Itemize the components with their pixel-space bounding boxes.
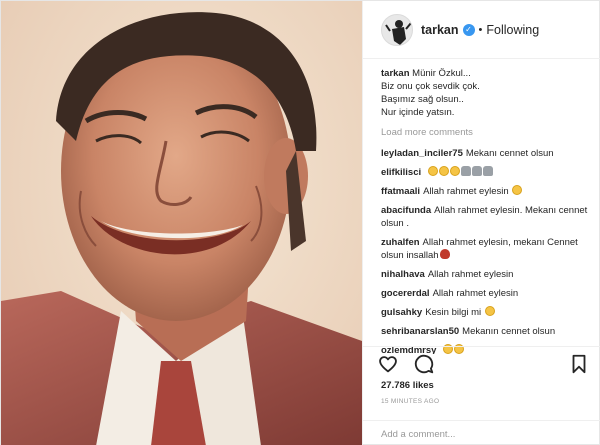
comment-username[interactable]: ffatmaali bbox=[381, 186, 420, 197]
pray-icon bbox=[460, 166, 471, 176]
post-header: tarkan ✓ • Following bbox=[363, 1, 600, 59]
comment: nihalhava Allah rahmet eylesin bbox=[381, 268, 596, 281]
post-caption: tarkan Münir Özkul... Biz onu çok sevdik… bbox=[381, 67, 596, 119]
comment-text: Allah rahmet eylesin bbox=[423, 186, 509, 197]
avatar[interactable] bbox=[381, 13, 413, 46]
sad-face-icon bbox=[484, 306, 495, 316]
add-comment-input[interactable]: Add a comment... bbox=[363, 420, 600, 445]
post-sidebar: tarkan ✓ • Following tarkan Münir Özkul.… bbox=[362, 1, 600, 445]
comment: ffatmaali Allah rahmet eylesin bbox=[381, 185, 596, 198]
post-actions: 27.786 likes 15 MINUTES AGO Add a commen… bbox=[363, 346, 600, 445]
caption-line: Münir Özkul... bbox=[412, 68, 471, 79]
following-button[interactable]: Following bbox=[486, 23, 539, 37]
pray-icon bbox=[471, 166, 482, 176]
cry-face-icon bbox=[427, 166, 438, 176]
comment-text: Allah rahmet eylesin bbox=[432, 288, 519, 299]
pray-icon bbox=[482, 166, 493, 176]
comment: sehribanarslan50 Mekanın cennet olsun bbox=[381, 325, 596, 338]
comment-username[interactable]: gulsahky bbox=[381, 307, 422, 318]
instagram-post: tarkan ✓ • Following tarkan Münir Özkul.… bbox=[0, 0, 600, 445]
separator-dot: • bbox=[478, 23, 483, 36]
comment-username[interactable]: elifkilisci bbox=[381, 167, 421, 178]
comment: zuhalfen Allah rahmet eylesin, mekanı Cen… bbox=[381, 236, 596, 262]
comment: gulsahky Kesin bilgi mi bbox=[381, 306, 596, 319]
caption-line: Biz onu çok sevdik çok. bbox=[381, 81, 480, 92]
comment: elifkilisci bbox=[381, 166, 596, 179]
caption-line: Nur içinde yatsın. bbox=[381, 107, 455, 118]
comment-text: Mekanın cennet olsun bbox=[462, 326, 556, 337]
bookmark-icon[interactable] bbox=[568, 353, 590, 375]
username-link[interactable]: tarkan bbox=[421, 23, 459, 37]
comment-username[interactable]: abacifunda bbox=[381, 205, 431, 216]
cry-face-icon bbox=[449, 166, 460, 176]
comment-icon[interactable] bbox=[413, 353, 435, 375]
comment: gocererdal Allah rahmet eylesin bbox=[381, 287, 596, 300]
avatar-image bbox=[382, 14, 412, 45]
sad-face-icon bbox=[512, 185, 523, 195]
comment-text: Allah rahmet eylesin bbox=[427, 269, 514, 280]
comment-username[interactable]: nihalhava bbox=[381, 269, 425, 280]
portrait-illustration bbox=[1, 12, 362, 445]
caption-username[interactable]: tarkan bbox=[381, 68, 410, 79]
cry-face-icon bbox=[438, 166, 449, 176]
comment-username[interactable]: sehribanarslan50 bbox=[381, 326, 459, 337]
comment: leyladan_inciler75 Mekanı cennet olsun bbox=[381, 147, 596, 160]
verified-badge-icon: ✓ bbox=[462, 23, 475, 36]
comment-username[interactable]: leyladan_inciler75 bbox=[381, 148, 463, 159]
comment: abacifunda Allah rahmet eylesin. Mekanı c… bbox=[381, 204, 596, 230]
like-count[interactable]: 27.786 likes bbox=[381, 380, 434, 391]
comment-username[interactable]: zuhalfen bbox=[381, 237, 420, 248]
caption-line: Başımız sağ olsun.. bbox=[381, 94, 464, 105]
comment-text: Mekanı cennet olsun bbox=[465, 148, 554, 159]
comments-list: tarkan Münir Özkul... Biz onu çok sevdik… bbox=[381, 67, 596, 360]
load-more-comments-link[interactable]: Load more comments bbox=[381, 126, 596, 139]
comment-username[interactable]: gocererdal bbox=[381, 288, 430, 299]
post-photo[interactable] bbox=[1, 1, 362, 445]
comment-text: Kesin bilgi mi bbox=[425, 307, 482, 318]
post-timestamp: 15 MINUTES AGO bbox=[381, 398, 440, 405]
rose-icon bbox=[439, 249, 450, 259]
heart-icon[interactable] bbox=[377, 353, 399, 375]
